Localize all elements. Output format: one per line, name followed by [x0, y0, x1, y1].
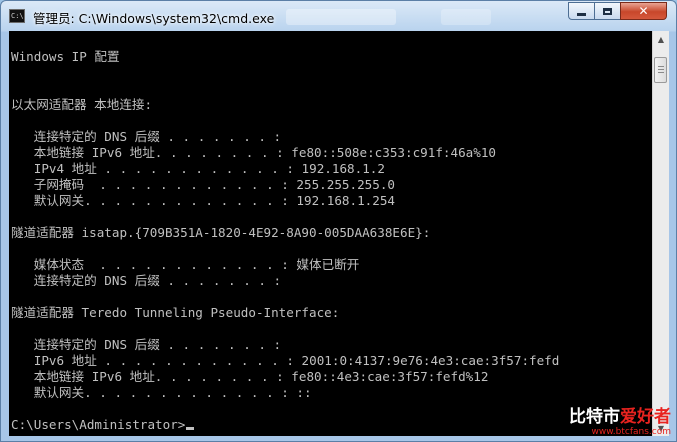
- console-line: 默认网关. . . . . . . . . . . . . : 192.168.…: [11, 193, 395, 208]
- scrollbar-thumb[interactable]: [654, 57, 667, 83]
- console-line: 以太网适配器 本地连接:: [11, 97, 153, 112]
- maximize-icon: [603, 7, 612, 15]
- console-line: 隧道适配器 Teredo Tunneling Pseudo-Interface:: [11, 305, 340, 320]
- command-prompt: C:\Users\Administrator>: [11, 417, 195, 433]
- scroll-up-button[interactable]: ▲: [653, 31, 669, 47]
- scroll-up-icon: ▲: [657, 34, 665, 44]
- watermark-logo: 比特市爱好者: [569, 408, 671, 427]
- console-line: 本地链接 IPv6 地址. . . . . . . . : fe80::4e3:…: [11, 369, 489, 384]
- watermark-part1: 比特市: [569, 407, 620, 427]
- watermark-part2: 爱好者: [620, 407, 671, 427]
- site-watermark: 比特市爱好者 www.btcfans.com: [569, 408, 671, 438]
- console-line: 子网掩码 . . . . . . . . . . . . : 255.255.2…: [11, 177, 395, 192]
- cmd-app-icon[interactable]: C:\: [9, 9, 25, 23]
- maximize-button[interactable]: [594, 2, 621, 20]
- cmd-window: C:\ 管理员: C:\Windows\system32\cmd.exe ✕ W…: [0, 0, 677, 442]
- console-line: 连接特定的 DNS 后缀 . . . . . . . :: [11, 337, 282, 352]
- thumb-grip-line: [658, 72, 664, 73]
- close-icon: ✕: [638, 4, 649, 18]
- console-line: 连接特定的 DNS 后缀 . . . . . . . :: [11, 273, 282, 288]
- watermark-url: www.btcfans.com: [591, 427, 671, 437]
- console-line: 连接特定的 DNS 后缀 . . . . . . . :: [11, 129, 282, 144]
- title-bar[interactable]: C:\ 管理员: C:\Windows\system32\cmd.exe ✕: [1, 1, 676, 31]
- text-cursor: [186, 427, 195, 430]
- vertical-scrollbar[interactable]: ▲ ▼: [652, 31, 669, 436]
- console-line: 隧道适配器 isatap.{709B351A-1820-4E92-8A90-00…: [11, 225, 431, 240]
- console-line: IPv4 地址 . . . . . . . . . . . . : 192.16…: [11, 161, 385, 176]
- console-line: IPv6 地址 . . . . . . . . . . . . : 2001:0…: [11, 353, 560, 368]
- thumb-grip-line: [658, 69, 664, 70]
- console-line: 本地链接 IPv6 地址. . . . . . . . : fe80::508e…: [11, 145, 496, 160]
- console-line: 媒体状态 . . . . . . . . . . . . : 媒体已断开: [11, 257, 360, 272]
- console-line: 默认网关. . . . . . . . . . . . . : ::: [11, 385, 312, 400]
- window-title: 管理员: C:\Windows\system32\cmd.exe: [33, 11, 275, 26]
- thumb-grip-line: [658, 66, 664, 67]
- titlebar-reflection: [286, 9, 396, 25]
- minimize-icon: [577, 12, 586, 16]
- console-line: Windows IP 配置: [11, 49, 120, 64]
- console-output[interactable]: Windows IP 配置以太网适配器 本地连接: 连接特定的 DNS 后缀 .…: [9, 31, 652, 436]
- titlebar-reflection-2: [441, 9, 491, 25]
- minimize-button[interactable]: [568, 2, 595, 20]
- close-button[interactable]: ✕: [620, 2, 667, 20]
- cmd-icon-text: C:\: [11, 12, 24, 20]
